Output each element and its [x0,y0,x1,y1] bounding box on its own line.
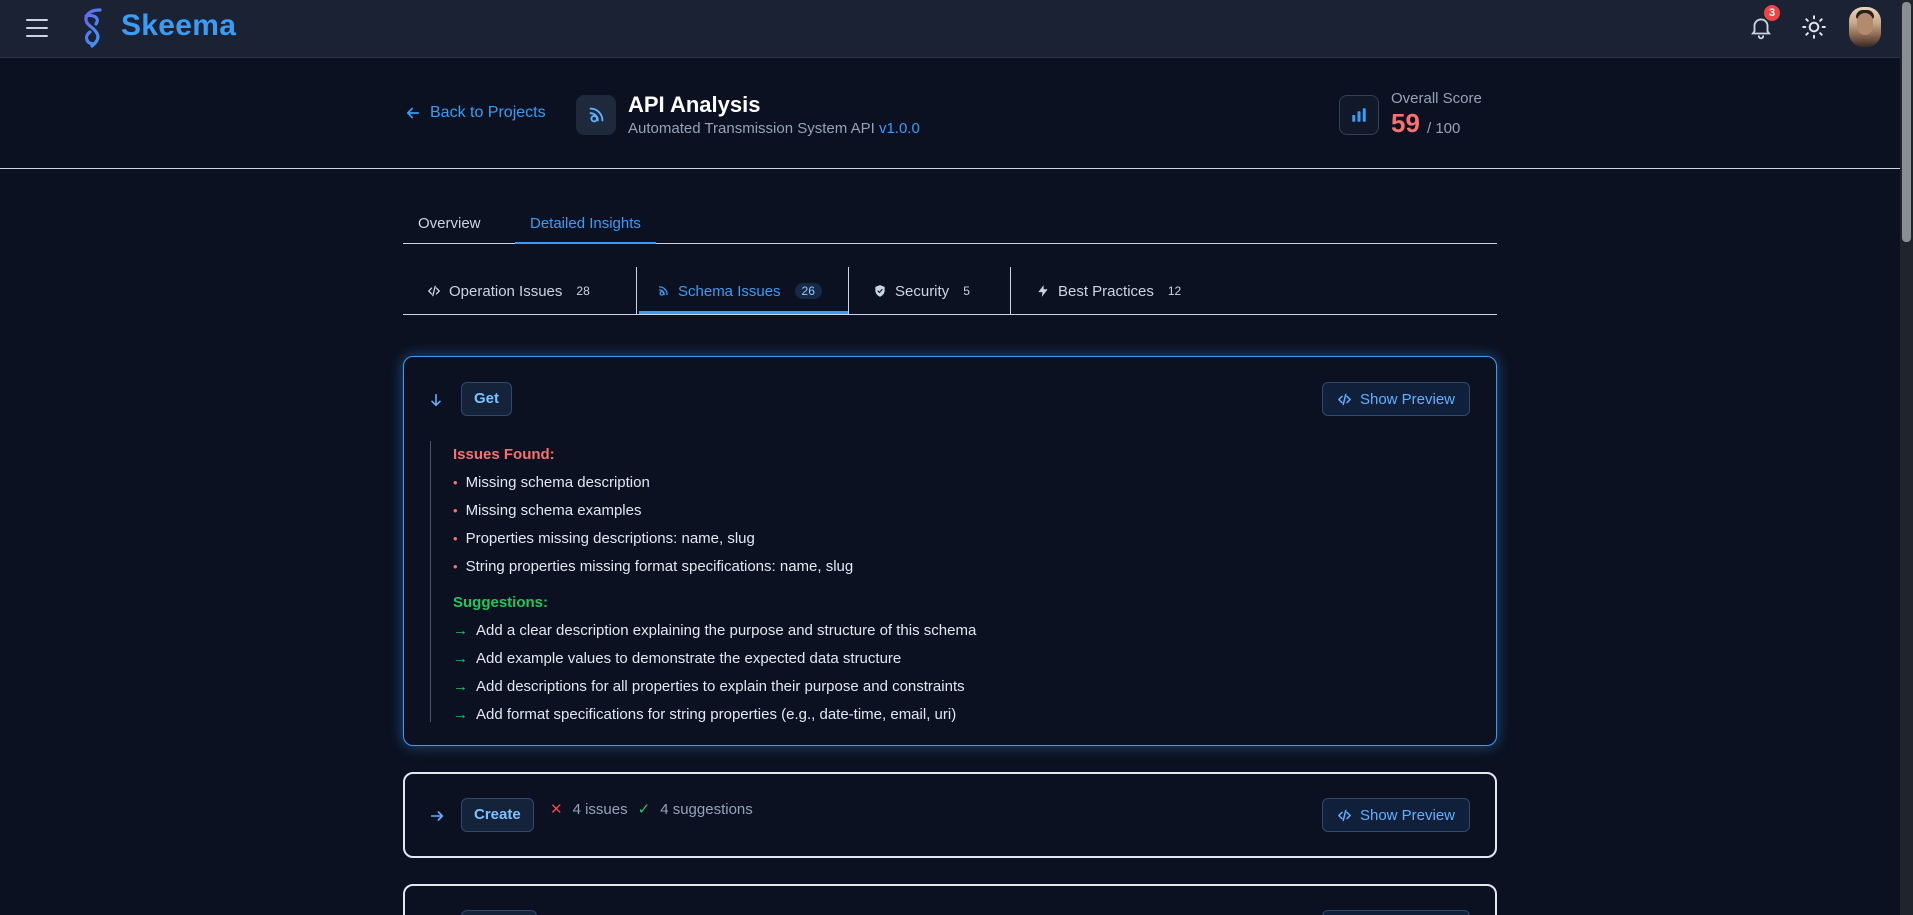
menu-icon[interactable] [26,19,48,37]
tab-count: 5 [963,284,970,298]
back-link-label: Back to Projects [430,104,546,121]
schema-card-create[interactable]: Create ✕ 4 issues ✓ 4 suggestions Show P… [403,772,1497,858]
suggestion-item: → Add format specifications for string pr… [453,706,957,723]
method-badge[interactable]: Create [461,798,534,832]
issues-heading: Issues Found: [453,446,555,463]
method-badge[interactable] [461,910,537,915]
tab-count: 12 [1167,284,1182,298]
tab-best-practices[interactable]: Best Practices 12 [1036,267,1181,315]
scrollbar-thumb[interactable] [1902,2,1911,242]
issue-item: • Missing schema description [453,474,650,491]
method-badge[interactable]: Get [461,382,513,416]
top-navbar [0,0,1900,58]
issues-count: 4 issues [572,800,628,818]
page-title: API Analysis [628,92,761,117]
api-version: v1.0.0 [878,120,920,137]
show-preview-label: Show Preview [1359,806,1456,824]
theme-toggle-icon[interactable] [1801,14,1827,40]
notification-badge: 3 [1764,5,1780,21]
tab-count: 26 [794,283,822,299]
api-subtitle: Automated Transmission System API v1.0.0 [628,120,920,137]
check-icon: ✓ [637,801,651,818]
schema-card[interactable] [403,884,1497,915]
tab-divider [1010,267,1011,314]
brand-name[interactable]: Skeema [121,9,236,43]
tab-schema-issues[interactable]: Schema Issues 26 [656,267,822,315]
tab-detailed-insights[interactable]: Detailed Insights [515,204,656,244]
tab-label: Security [895,282,950,300]
tab-label: Best Practices [1058,282,1154,300]
skeema-logo-icon [84,8,102,48]
chevron-right-icon[interactable] [429,808,445,824]
card-summary: ✕ 4 issues ✓ 4 suggestions [550,800,753,819]
show-preview-label: Show Preview [1359,390,1456,408]
arrow-left-icon [406,107,420,119]
lightning-icon [1038,285,1048,297]
score-label: Overall Score [1391,90,1482,107]
issue-item: • String properties missing format specif… [453,558,854,575]
tab-label: Operation Issues [449,282,563,300]
tab-operation-issues[interactable]: Operation Issues 28 [427,267,590,315]
api-icon-box [576,95,616,135]
bar-chart-icon [1352,108,1366,122]
issue-item: • Properties missing descriptions: name, … [453,530,755,547]
score-icon-box [1339,95,1379,135]
show-preview-button[interactable]: Show Preview [1322,798,1470,832]
shield-icon [875,285,885,297]
x-icon: ✕ [550,801,563,818]
tab-count: 28 [576,284,590,298]
code-icon [428,285,440,297]
code-icon [1338,809,1351,821]
card-details: Issues Found: • Missing schema descriptio… [430,441,1460,723]
page-header [0,58,1900,169]
avatar[interactable] [1849,7,1881,47]
api-name: Automated Transmission System API [628,120,875,137]
tab-label: Schema Issues [678,282,781,300]
main-tabs: Overview Detailed Insights [403,204,1497,244]
schema-icon [589,107,604,123]
insight-category-tabs: Operation Issues 28 Schema Issues 26 Sec… [403,267,1497,315]
schema-card-get: Get Show Preview Issues Found: • Missing … [403,356,1497,746]
show-preview-button[interactable]: Show Preview [1322,382,1470,416]
tab-divider [848,267,849,314]
suggestion-item: → Add a clear description explaining the … [453,622,977,639]
chevron-down-icon[interactable] [428,392,444,408]
issue-item: • Missing schema examples [453,502,642,519]
show-preview-button[interactable] [1322,910,1470,915]
suggestions-count: 4 suggestions [660,800,753,818]
code-icon [1338,393,1351,405]
back-to-projects-link[interactable]: Back to Projects [404,104,546,122]
tab-divider [636,267,637,314]
suggestions-heading: Suggestions: [453,594,549,611]
active-tab-indicator [639,311,849,314]
schema-icon [658,286,668,296]
score-max: / 100 [1427,120,1461,137]
score-value: 59 [1391,108,1420,138]
suggestion-item: → Add example values to demonstrate the e… [453,650,902,667]
tab-security[interactable]: Security 5 [873,267,970,315]
suggestion-item: → Add descriptions for all properties to … [453,678,965,695]
tab-overview[interactable]: Overview [403,204,496,244]
